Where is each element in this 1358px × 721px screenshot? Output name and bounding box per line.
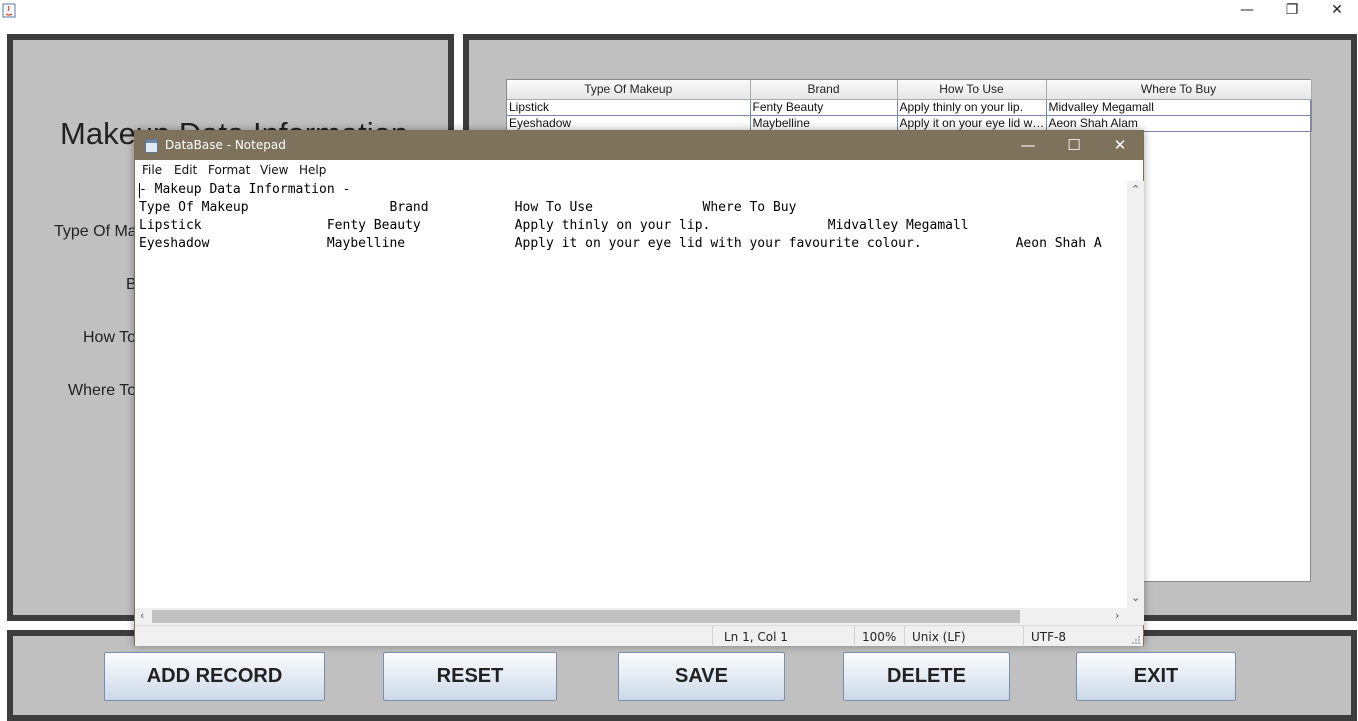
notepad-minimize-button[interactable]: —: [1005, 131, 1051, 160]
text-line: Eyeshadow Maybelline Apply it on your ey…: [139, 236, 1102, 251]
table-cell[interactable]: Maybelline: [750, 115, 898, 132]
menu-edit[interactable]: Edit: [174, 163, 197, 177]
table-cell[interactable]: Aeon Shah Alam: [1046, 115, 1312, 132]
status-encoding: UTF-8: [1031, 630, 1066, 644]
scroll-left-arrow-icon[interactable]: ‹: [140, 609, 144, 622]
horizontal-scrollbar[interactable]: ‹ ›: [135, 608, 1127, 625]
notepad-statusbar: Ln 1, Col 1 100% Unix (LF) UTF-8: [135, 625, 1143, 647]
add-record-button[interactable]: ADD RECORD: [104, 652, 325, 701]
delete-button[interactable]: DELETE: [843, 652, 1010, 701]
table-cell[interactable]: Apply it on your eye lid wit...: [897, 115, 1047, 132]
table-cell[interactable]: Apply thinly on your lip.: [897, 99, 1047, 116]
text-line: Type Of Makeup Brand How To Use Where To…: [139, 200, 797, 215]
reset-button[interactable]: RESET: [383, 652, 557, 701]
menu-format[interactable]: Format: [208, 163, 250, 177]
java-app-icon: [2, 3, 16, 18]
restore-button[interactable]: ❐: [1269, 0, 1315, 22]
table-row[interactable]: Lipstick Fenty Beauty Apply thinly on yo…: [507, 99, 1312, 116]
scroll-right-arrow-icon[interactable]: ›: [1115, 609, 1119, 622]
table-header-row: Type Of Makeup Brand How To Use Where To…: [507, 80, 1312, 100]
close-button[interactable]: ✕: [1314, 0, 1358, 22]
column-header-type[interactable]: Type Of Makeup: [507, 80, 751, 100]
menu-file[interactable]: File: [142, 163, 162, 177]
horizontal-scroll-thumb[interactable]: [152, 610, 1020, 623]
scroll-down-arrow-icon[interactable]: ⌄: [1131, 591, 1140, 604]
notepad-icon: [145, 139, 158, 153]
table-cell[interactable]: Eyeshadow: [507, 115, 751, 132]
scrollbar-corner: [1127, 608, 1144, 625]
status-position: Ln 1, Col 1: [724, 630, 788, 644]
column-header-brand[interactable]: Brand: [750, 80, 898, 100]
status-line-ending: Unix (LF): [912, 630, 966, 644]
menu-view[interactable]: View: [260, 163, 288, 177]
scroll-up-arrow-icon[interactable]: ⌃: [1131, 183, 1140, 196]
text-line: Lipstick Fenty Beauty Apply thinly on yo…: [139, 218, 969, 233]
resize-grip-icon[interactable]: [1131, 635, 1141, 645]
notepad-close-button[interactable]: ✕: [1097, 131, 1143, 160]
text-line: - Makeup Data Information -: [139, 182, 351, 197]
minimize-button[interactable]: —: [1224, 0, 1270, 22]
table-cell[interactable]: Lipstick: [507, 99, 751, 116]
notepad-menubar: File Edit Format View Help: [135, 160, 1143, 181]
status-zoom: 100%: [862, 630, 897, 644]
column-header-where-to-buy[interactable]: Where To Buy: [1046, 80, 1312, 100]
vertical-scrollbar[interactable]: ⌃ ⌄: [1127, 181, 1144, 608]
notepad-titlebar[interactable]: DataBase - Notepad — ☐ ✕: [135, 131, 1143, 160]
column-header-how-to-use[interactable]: How To Use: [897, 80, 1047, 100]
save-button[interactable]: SAVE: [618, 652, 785, 701]
main-window-titlebar: — ❐ ✕: [0, 0, 1358, 22]
notepad-window[interactable]: DataBase - Notepad — ☐ ✕ File Edit Forma…: [134, 130, 1144, 647]
notepad-maximize-button[interactable]: ☐: [1051, 131, 1097, 160]
table-cell[interactable]: Fenty Beauty: [750, 99, 898, 116]
menu-help[interactable]: Help: [299, 163, 326, 177]
table-row[interactable]: Eyeshadow Maybelline Apply it on your ey…: [507, 115, 1312, 132]
notepad-title: DataBase - Notepad: [165, 138, 286, 152]
table-cell[interactable]: Midvalley Megamall: [1046, 99, 1312, 116]
exit-button[interactable]: EXIT: [1076, 652, 1236, 701]
notepad-text-area[interactable]: - Makeup Data Information - Type Of Make…: [135, 181, 1127, 608]
